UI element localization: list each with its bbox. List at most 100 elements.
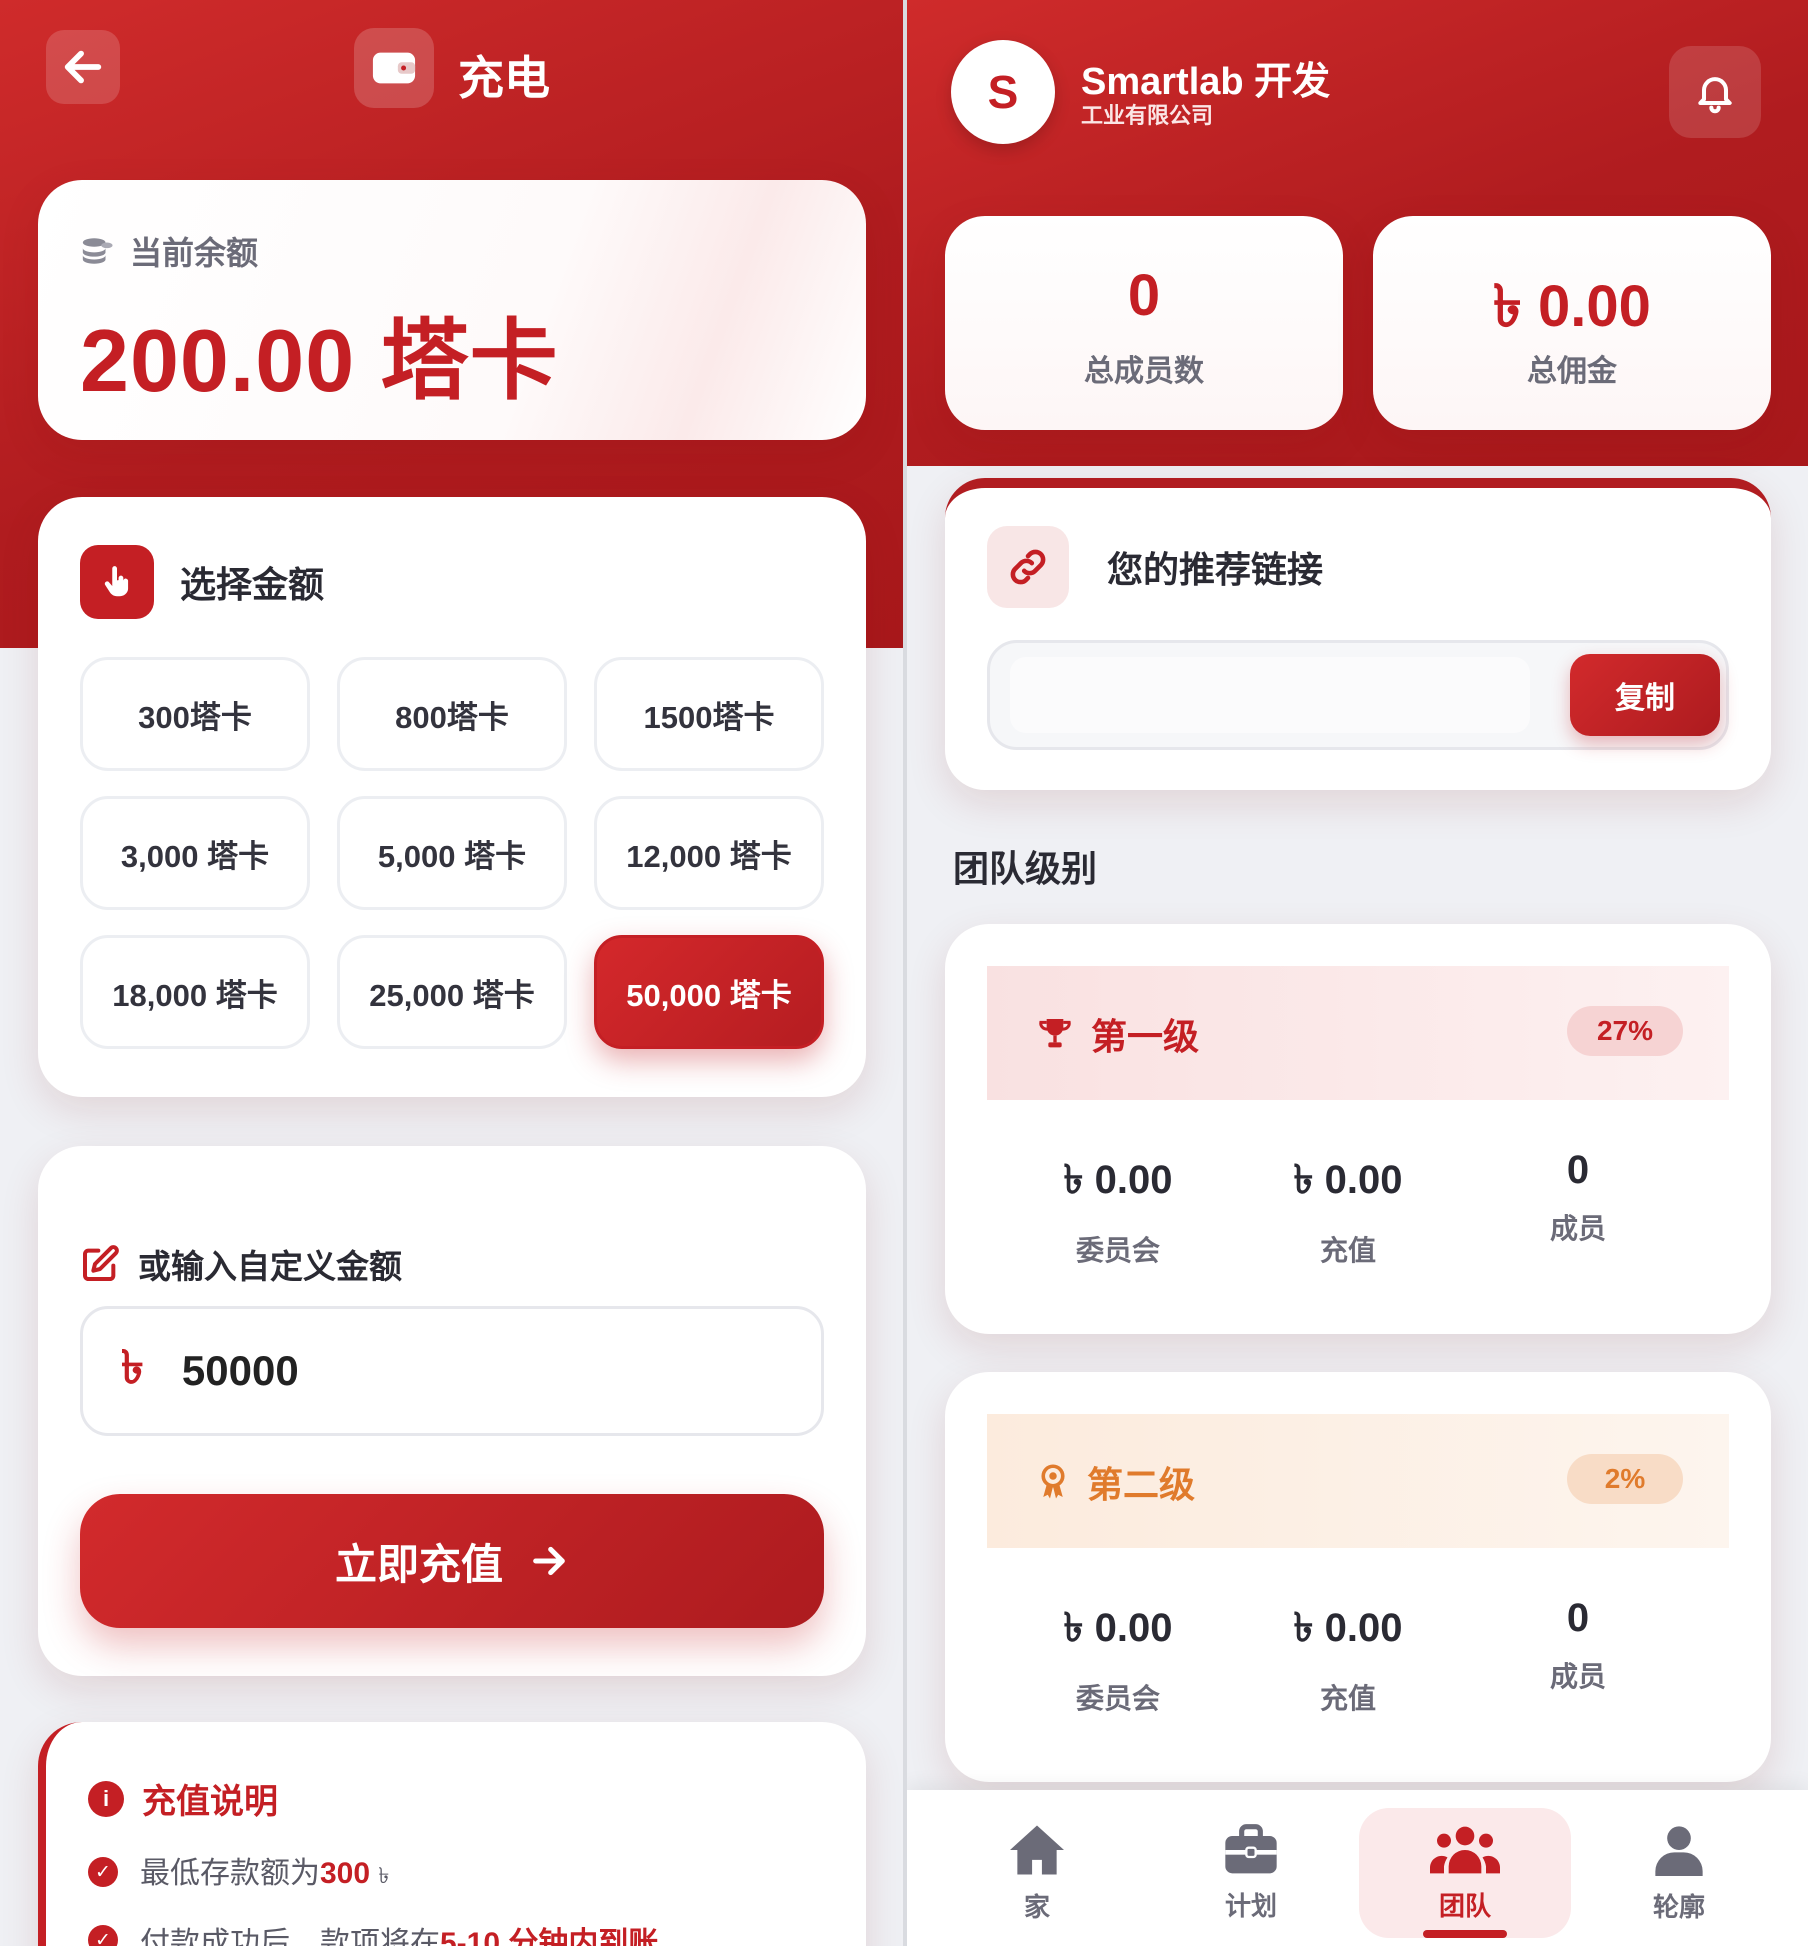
referral-link-header: 您的推荐链接 — [987, 526, 1323, 608]
recharge-screen: 充电 当前余额 200.00 塔卡 选择金额 300塔卡 800塔卡 1500塔… — [0, 0, 903, 1946]
min-deposit-amount: 300 — [320, 1857, 371, 1890]
select-amount-card: 选择金额 300塔卡 800塔卡 1500塔卡 3,000 塔卡 5,000 塔… — [38, 497, 866, 1097]
award-icon — [1041, 1464, 1065, 1499]
check-circle-icon: ✓ — [88, 1857, 118, 1887]
level-name: 第一级 — [1035, 1008, 1199, 1060]
amount-option[interactable]: 1500塔卡 — [594, 657, 824, 771]
user-icon — [1655, 1825, 1703, 1876]
home-icon — [1010, 1824, 1064, 1875]
level-name-text: 第一级 — [1091, 1016, 1200, 1057]
referral-link-title: 您的推荐链接 — [1107, 549, 1324, 590]
amount-options-grid: 300塔卡 800塔卡 1500塔卡 3,000 塔卡 5,000 塔卡 12,… — [80, 657, 824, 1049]
nav-item-team[interactable]: 团队 — [1359, 1808, 1571, 1938]
nav-label: 轮廓 — [1652, 1891, 1705, 1922]
recharge-label: 充值 — [1319, 1683, 1376, 1714]
avatar[interactable]: S — [951, 40, 1055, 144]
link-icon — [987, 526, 1069, 608]
referral-link-field: 复制 — [987, 640, 1729, 750]
level-members: 0 成员 — [1463, 1596, 1693, 1717]
custom-amount-title: 或输入自定义金额 — [138, 1248, 402, 1285]
custom-amount-value: 50000 — [181, 1347, 299, 1394]
amount-option[interactable]: 3,000 塔卡 — [80, 796, 310, 910]
level-card: 第二级 2% ৳ 0.00 委员会 ৳ 0.00 充值 0 成员 — [945, 1372, 1771, 1782]
level-name: 第二级 — [1035, 1456, 1195, 1508]
arrow-left-icon — [64, 50, 102, 84]
active-indicator — [1423, 1930, 1507, 1938]
commission-value: ৳ 0.00 — [1063, 1606, 1173, 1650]
custom-amount-input[interactable]: ৳ 50000 — [80, 1306, 824, 1436]
level-card: 第一级 27% ৳ 0.00 委员会 ৳ 0.00 充值 0 成员 — [945, 924, 1771, 1334]
members-label: 成员 — [1549, 1661, 1606, 1692]
total-members-label: 总成员数 — [1084, 355, 1204, 388]
recharge-info-title: 充值说明 — [142, 1783, 278, 1821]
level-commission: ৳ 0.00 委员会 — [1003, 1148, 1233, 1269]
notification-button[interactable] — [1669, 46, 1761, 138]
company-name: Smartlab 开发 — [1081, 61, 1331, 103]
balance-label-text: 当前余额 — [130, 235, 259, 271]
bottom-nav: 家 计划 团队 轮廓 — [907, 1790, 1808, 1946]
nav-label: 计划 — [1224, 1890, 1277, 1921]
total-commission-card: ৳ 0.00 总佣金 — [1373, 216, 1771, 430]
total-commission-value: ৳ 0.00 — [1493, 274, 1651, 339]
info-line: ✓ 付款成功后，款项将在5-10 分钟内到账 — [88, 1918, 658, 1946]
commission-value: ৳ 0.00 — [1063, 1158, 1173, 1202]
check-circle-icon: ✓ — [88, 1925, 118, 1946]
taka-icon: ৳ — [121, 1341, 144, 1393]
top-bar: 充电 — [0, 0, 903, 140]
amount-option-selected[interactable]: 50,000 塔卡 — [594, 935, 824, 1049]
custom-amount-header: 或输入自定义金额 — [80, 1240, 402, 1288]
nav-item-plan[interactable]: 计划 — [1145, 1808, 1357, 1938]
level-recharge: ৳ 0.00 充值 — [1233, 1596, 1463, 1717]
briefcase-icon — [1225, 1823, 1277, 1873]
balance-amount: 200.00 塔卡 — [80, 311, 559, 410]
total-members-card: 0 总成员数 — [945, 216, 1343, 430]
recharge-value: ৳ 0.00 — [1293, 1158, 1403, 1202]
total-members-value: 0 — [1127, 263, 1161, 328]
nav-item-profile[interactable]: 轮廓 — [1573, 1808, 1785, 1938]
referral-link-input[interactable] — [1010, 657, 1530, 733]
info-icon: i — [88, 1780, 124, 1817]
back-button[interactable] — [46, 30, 120, 104]
amount-option[interactable]: 25,000 塔卡 — [337, 935, 567, 1049]
recharge-label: 充值 — [1319, 1235, 1376, 1266]
taka-symbol: ৳ — [378, 1863, 390, 1888]
referral-link-card: 您的推荐链接 复制 — [945, 478, 1771, 790]
amount-option[interactable]: 18,000 塔卡 — [80, 935, 310, 1049]
bell-icon — [1698, 77, 1732, 114]
amount-option[interactable]: 800塔卡 — [337, 657, 567, 771]
total-commission-label: 总佣金 — [1527, 355, 1617, 388]
recharge-now-label: 立即充值 — [334, 1540, 503, 1588]
amount-option[interactable]: 300塔卡 — [80, 657, 310, 771]
nav-item-home[interactable]: 家 — [931, 1808, 1143, 1938]
company-subtitle: 工业有限公司 — [1081, 103, 1214, 128]
info-line: ✓ 最低存款额为300 ৳ — [88, 1848, 389, 1896]
level-name-text: 第二级 — [1087, 1464, 1196, 1505]
recharge-info-card: i 充值说明 ✓ 最低存款额为300 ৳ ✓ 付款成功后，款项将在5-10 分钟… — [38, 1722, 866, 1946]
level-percent-badge: 2% — [1567, 1454, 1683, 1504]
team-icon — [1430, 1826, 1500, 1873]
commission-label: 委员会 — [1075, 1235, 1160, 1266]
team-screen: S Smartlab 开发 工业有限公司 0 总成员数 ৳ 0.00 总佣金 您… — [907, 0, 1808, 1946]
info-line-text: 付款成功后，款项将在 — [140, 1927, 440, 1946]
arrow-right-icon — [533, 1546, 565, 1576]
recharge-value: ৳ 0.00 — [1293, 1606, 1403, 1650]
level-members: 0 成员 — [1463, 1148, 1693, 1269]
edit-icon — [83, 1245, 119, 1281]
arrival-time: 5-10 分钟内到账 — [440, 1927, 659, 1946]
recharge-now-button[interactable]: 立即充值 — [80, 1494, 824, 1628]
amount-option[interactable]: 12,000 塔卡 — [594, 796, 824, 910]
wallet-icon — [354, 28, 434, 108]
select-amount-header: 选择金额 — [80, 545, 324, 619]
page-title: 充电 — [458, 52, 550, 104]
copy-button[interactable]: 复制 — [1570, 654, 1720, 736]
members-value: 0 — [1566, 1148, 1590, 1192]
amount-option[interactable]: 5,000 塔卡 — [337, 796, 567, 910]
team-levels-title: 团队级别 — [953, 848, 1098, 889]
info-line-text: 最低存款额为 — [140, 1857, 320, 1890]
balance-card: 当前余额 200.00 塔卡 — [38, 180, 866, 440]
level-header-band: 第一级 27% — [987, 966, 1729, 1100]
level-header-band: 第二级 2% — [987, 1414, 1729, 1548]
select-amount-title: 选择金额 — [180, 564, 325, 605]
members-value: 0 — [1566, 1596, 1590, 1640]
nav-label: 团队 — [1438, 1890, 1491, 1921]
